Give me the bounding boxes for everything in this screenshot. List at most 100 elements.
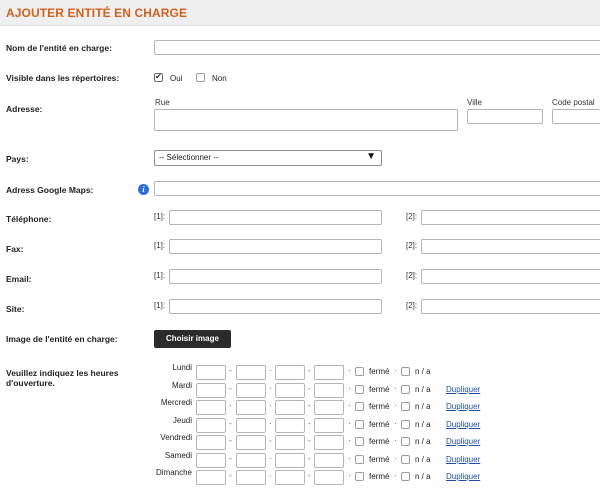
choose-image-button[interactable]: Choisir image — [154, 330, 231, 348]
time-input-vendredi-3[interactable] — [275, 435, 305, 450]
postal-input[interactable] — [552, 109, 600, 124]
fax-label: Fax: — [6, 244, 24, 254]
na-checkbox-samedi[interactable] — [401, 454, 410, 464]
na-label: n / a — [415, 419, 431, 429]
time-input-lundi-1[interactable] — [196, 365, 226, 380]
day-label-mercredi: Mercredi — [160, 398, 192, 407]
closed-checkbox-samedi[interactable] — [355, 454, 364, 464]
closed-checkbox-dimanche[interactable] — [355, 472, 364, 481]
country-label: Pays: — [6, 154, 29, 164]
na-checkbox-mercredi[interactable] — [401, 402, 410, 411]
closed-checkbox-lundi[interactable] — [355, 367, 364, 376]
closed-checkbox-mercredi[interactable] — [355, 402, 364, 411]
gmaps-input[interactable] — [154, 181, 600, 196]
day-label-mardi: Mardi — [171, 380, 192, 390]
time-input-vendredi-2[interactable] — [236, 435, 266, 450]
phone-index-2: [2]: — [406, 212, 418, 221]
na-label: n / a — [415, 367, 431, 376]
time-input-lundi-3[interactable] — [275, 365, 305, 380]
closed-checkbox-jeudi[interactable] — [355, 419, 364, 429]
site-input-1[interactable] — [169, 299, 382, 314]
na-checkbox-dimanche[interactable] — [401, 472, 410, 481]
phone-input-1[interactable] — [169, 210, 382, 225]
page-title: AJOUTER ENTITÉ EN CHARGE — [6, 6, 188, 20]
hours-label-line1: Veuillez indiquez les heures — [6, 368, 119, 378]
postal-label: Code postal — [552, 98, 595, 107]
duplicate-link-samedi[interactable]: Dupliquer — [446, 455, 480, 464]
closed-checkbox-vendredi[interactable] — [355, 437, 364, 446]
name-label: Nom de l'entité en charge: — [6, 43, 112, 53]
country-select[interactable]: -- Sélectionner -- ▼ — [154, 150, 382, 166]
time-input-mardi-3[interactable] — [275, 382, 305, 398]
time-input-dimanche-2[interactable] — [236, 470, 266, 485]
time-separator-dot: · — [269, 418, 272, 428]
time-input-mercredi-3[interactable] — [275, 400, 305, 415]
city-input[interactable] — [467, 109, 543, 124]
gmaps-label: Adress Google Maps: — [6, 185, 94, 195]
day-label-vendredi: Vendredi — [160, 433, 192, 442]
closed-label: fermé — [369, 402, 390, 411]
day-label-samedi: Samedi — [164, 450, 192, 460]
na-label: n / a — [415, 437, 431, 446]
time-input-samedi-1[interactable] — [196, 452, 226, 468]
time-input-jeudi-3[interactable] — [275, 417, 305, 433]
time-separator-dot: · — [269, 366, 272, 375]
duplicate-link-mercredi[interactable]: Dupliquer — [446, 402, 480, 411]
duplicate-link-vendredi[interactable]: Dupliquer — [446, 437, 480, 446]
time-separator-dot: · — [348, 383, 351, 393]
na-label: n / a — [415, 472, 431, 481]
fax-index-2: [2]: — [406, 241, 418, 250]
time-input-mercredi-4[interactable] — [314, 400, 344, 415]
fax-index-1: [1]: — [154, 241, 166, 250]
time-input-mardi-1[interactable] — [196, 382, 226, 398]
site-input-2[interactable] — [421, 299, 600, 314]
time-input-jeudi-4[interactable] — [314, 417, 344, 433]
duplicate-link-jeudi[interactable]: Dupliquer — [446, 420, 480, 429]
time-separator-dash: - — [308, 436, 311, 445]
time-separator-dash: - — [308, 401, 311, 410]
email-index-2: [2]: — [406, 271, 418, 280]
time-input-mardi-4[interactable] — [314, 382, 344, 398]
time-input-samedi-3[interactable] — [275, 452, 305, 468]
na-checkbox-vendredi[interactable] — [401, 437, 410, 446]
time-input-mercredi-1[interactable] — [196, 400, 226, 415]
time-separator-dash: - — [229, 453, 232, 463]
duplicate-link-mardi[interactable]: Dupliquer — [446, 385, 480, 394]
time-input-dimanche-3[interactable] — [275, 470, 305, 485]
duplicate-link-dimanche[interactable]: Dupliquer — [446, 472, 480, 481]
image-label: Image de l'entité en charge: — [6, 334, 118, 344]
time-separator-dash: - — [229, 418, 232, 428]
info-icon[interactable]: i — [138, 184, 149, 195]
time-input-lundi-4[interactable] — [314, 365, 344, 380]
time-input-vendredi-1[interactable] — [196, 435, 226, 450]
time-input-vendredi-4[interactable] — [314, 435, 344, 450]
closed-label: fermé — [369, 437, 390, 446]
closed-checkbox-mardi[interactable] — [355, 384, 364, 394]
time-separator-dash: - — [229, 436, 232, 445]
na-checkbox-mardi[interactable] — [401, 384, 410, 394]
time-input-jeudi-2[interactable] — [236, 417, 266, 433]
visible-yes-checkbox[interactable] — [154, 72, 163, 82]
time-input-dimanche-1[interactable] — [196, 470, 226, 485]
fax-input-2[interactable] — [421, 239, 600, 254]
time-input-samedi-4[interactable] — [314, 452, 344, 468]
name-input[interactable] — [154, 40, 600, 55]
time-separator-dot: · — [269, 436, 272, 445]
visible-no-checkbox[interactable] — [196, 73, 205, 82]
phone-input-2[interactable] — [421, 210, 600, 225]
email-input-1[interactable] — [169, 269, 382, 284]
email-input-2[interactable] — [421, 269, 600, 284]
street-input[interactable] — [154, 109, 458, 131]
time-input-dimanche-4[interactable] — [314, 470, 344, 485]
time-input-lundi-2[interactable] — [236, 365, 266, 380]
time-input-samedi-2[interactable] — [236, 452, 266, 468]
na-checkbox-lundi[interactable] — [401, 367, 410, 376]
time-input-jeudi-1[interactable] — [196, 417, 226, 433]
time-input-mercredi-2[interactable] — [236, 400, 266, 415]
na-checkbox-jeudi[interactable] — [401, 419, 410, 429]
time-input-mardi-2[interactable] — [236, 382, 266, 398]
time-separator-dash: - — [229, 471, 232, 480]
fax-input-1[interactable] — [169, 239, 382, 254]
time-separator-dash: - — [308, 418, 311, 428]
phone-index-1: [1]: — [154, 212, 166, 221]
